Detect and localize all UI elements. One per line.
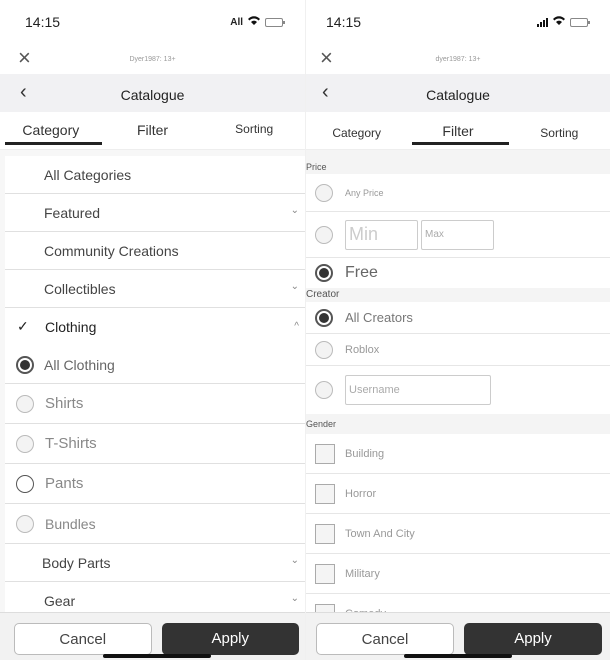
close-icon[interactable]: × — [320, 47, 333, 69]
list-item[interactable]: All Categories — [5, 156, 305, 194]
gender-option[interactable]: Military — [306, 554, 610, 594]
footer: Cancel Apply — [0, 612, 305, 660]
list-item[interactable]: ✓ Clothing ^ — [5, 308, 305, 346]
home-indicator — [103, 654, 211, 658]
list-item[interactable]: Community Creations — [5, 232, 305, 270]
radio-selected[interactable] — [315, 264, 333, 282]
min-price-input[interactable]: Min — [345, 219, 418, 250]
footer: Cancel Apply — [306, 612, 610, 660]
wifi-icon — [553, 16, 565, 28]
price-range-row: Min Max — [306, 212, 610, 258]
radio[interactable] — [16, 394, 34, 413]
list-item[interactable]: Bundles — [5, 504, 305, 544]
creator-all-row[interactable]: All Creators — [306, 302, 610, 334]
username-label: dyer1987: 13+ — [435, 55, 481, 63]
status-bar: 14:15 — [306, 0, 610, 44]
radio-selected[interactable] — [16, 355, 34, 374]
filter-panel: Price Any Price Min Max Free Creator All… — [306, 150, 610, 634]
tab-filter[interactable]: Filter — [407, 112, 509, 149]
chevron-down-icon: ⌄ — [290, 205, 299, 216]
radio[interactable] — [16, 514, 34, 533]
max-price-input[interactable]: Max — [421, 219, 494, 250]
radio-selected[interactable] — [315, 308, 333, 327]
page-title: Catalogue — [426, 87, 490, 103]
price-heading: Price — [306, 160, 610, 174]
radio[interactable] — [315, 183, 333, 202]
page-title: Catalogue — [120, 87, 185, 103]
list-item[interactable]: T-Shirts — [5, 424, 305, 464]
chevron-down-icon: ⌄ — [290, 555, 299, 566]
creator-roblox-row[interactable]: Roblox — [306, 334, 610, 366]
status-bar: 14:15 All — [0, 0, 305, 44]
checkbox[interactable] — [315, 483, 335, 504]
tab-sorting[interactable]: Sorting — [203, 112, 305, 149]
back-icon[interactable]: ‹ — [20, 81, 27, 104]
checkbox[interactable] — [315, 443, 335, 464]
username-label: Dyer1987: 13+ — [129, 55, 176, 63]
creator-username-row: Username — [306, 366, 610, 414]
creator-heading: Creator — [306, 288, 610, 302]
list-item[interactable]: Shirts — [5, 384, 305, 424]
tab-bar: Category Filter Sorting — [306, 112, 610, 150]
cancel-button[interactable]: Cancel — [316, 623, 454, 655]
tab-filter[interactable]: Filter — [102, 112, 204, 149]
category-list: All Categories Featured ⌄ Community Creat… — [0, 150, 305, 620]
chevron-down-icon: ⌄ — [290, 281, 299, 292]
price-any-row[interactable]: Any Price — [306, 174, 610, 212]
cancel-button[interactable]: Cancel — [14, 623, 152, 655]
tab-bar: Category Filter Sorting — [0, 112, 305, 150]
tab-sorting[interactable]: Sorting — [509, 112, 610, 149]
back-icon[interactable]: ‹ — [322, 81, 329, 104]
carrier-label: All — [230, 16, 243, 28]
battery-icon — [570, 17, 590, 27]
radio[interactable] — [16, 434, 34, 453]
filter-screen: 14:15 × dyer1987: 13+ ‹ Catalogue Catego… — [305, 0, 610, 660]
close-icon[interactable]: × — [18, 47, 31, 69]
radio[interactable] — [16, 474, 34, 493]
list-item[interactable]: All Clothing — [5, 346, 305, 384]
chevron-down-icon: ⌄ — [290, 593, 299, 604]
wifi-icon — [248, 16, 260, 28]
tab-category[interactable]: Category — [306, 112, 407, 149]
gender-heading: Gender — [306, 414, 610, 434]
gender-option[interactable]: Horror — [306, 474, 610, 514]
home-indicator — [404, 654, 512, 658]
tab-category[interactable]: Category — [0, 112, 102, 149]
gender-option[interactable]: Town And City — [306, 514, 610, 554]
signal-icon — [537, 17, 548, 27]
battery-icon — [265, 17, 285, 27]
radio[interactable] — [315, 225, 333, 244]
list-item[interactable]: Featured ⌄ — [5, 194, 305, 232]
apply-button[interactable]: Apply — [161, 623, 299, 655]
checkbox[interactable] — [315, 563, 335, 584]
gender-option[interactable]: Building — [306, 434, 610, 474]
list-item[interactable]: Collectibles ⌄ — [5, 270, 305, 308]
radio[interactable] — [315, 340, 333, 359]
radio[interactable] — [315, 381, 333, 399]
list-item[interactable]: Body Parts ⌄ — [5, 544, 305, 582]
status-time: 14:15 — [326, 14, 362, 30]
username-input[interactable]: Username — [345, 375, 491, 405]
apply-button[interactable]: Apply — [464, 623, 602, 655]
price-free-row[interactable]: Free — [306, 258, 610, 288]
checkmark-icon: ✓ — [17, 318, 29, 334]
category-screen: 14:15 All × Dyer1987: 13+ ‹ Catalogue Ca… — [0, 0, 305, 660]
status-time: 14:15 — [25, 14, 61, 30]
checkbox[interactable] — [315, 523, 335, 544]
list-item[interactable]: Pants — [5, 464, 305, 504]
chevron-up-icon: ^ — [294, 321, 299, 332]
